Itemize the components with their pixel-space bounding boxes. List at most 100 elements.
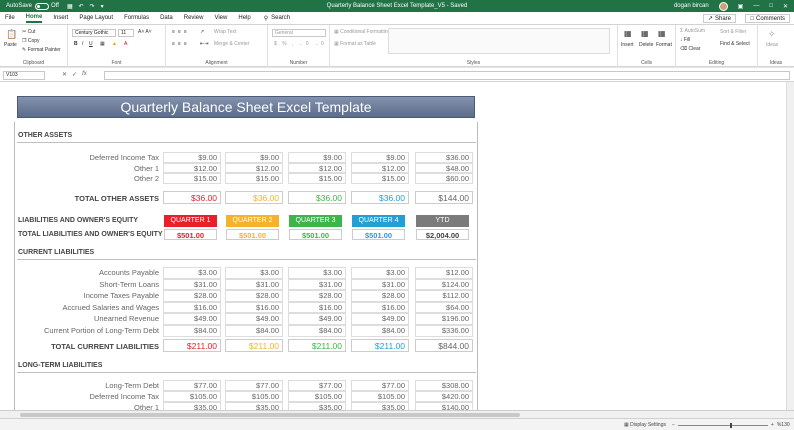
value-cell[interactable]: $77.00 [225, 380, 283, 392]
value-cell[interactable]: $12.00 [288, 162, 346, 173]
value-cell[interactable]: $16.00 [351, 301, 409, 314]
cancel-icon[interactable]: ✕ [62, 71, 67, 78]
value-cell[interactable]: $49.00 [225, 313, 283, 325]
value-cell[interactable]: $9.00 [288, 152, 346, 163]
underline-button[interactable]: U [89, 41, 93, 47]
value-cell[interactable]: $84.00 [288, 325, 346, 337]
worksheet[interactable]: Quarterly Balance Sheet Excel Template O… [0, 82, 794, 414]
quarter-total[interactable]: $2,004.00 [416, 229, 469, 240]
paste-button[interactable]: Paste [4, 42, 17, 48]
value-cell[interactable]: $105.00 [225, 391, 283, 403]
value-cell[interactable]: $16.00 [225, 301, 283, 314]
value-cell[interactable]: $31.00 [351, 278, 409, 291]
total-cell[interactable]: $211.00 [163, 339, 221, 352]
value-cell[interactable]: $84.00 [225, 325, 283, 337]
value-cell[interactable]: $36.00 [415, 152, 473, 163]
number-format-icons[interactable]: $ % , ←0 →0 [274, 41, 326, 47]
zoom-slider[interactable]: − + %130 [672, 422, 790, 428]
customize-qat-icon[interactable]: ▾ [101, 3, 104, 10]
value-cell[interactable]: $77.00 [351, 380, 409, 392]
close-icon[interactable]: ✕ [783, 3, 788, 10]
value-cell[interactable]: $16.00 [163, 301, 221, 314]
ideas-button[interactable]: Ideas [766, 42, 778, 48]
value-cell[interactable]: $105.00 [351, 391, 409, 403]
value-cell[interactable]: $12.00 [225, 162, 283, 173]
total-cell[interactable]: $844.00 [415, 339, 473, 352]
quarter-total[interactable]: $501.00 [226, 229, 279, 240]
value-cell[interactable]: $15.00 [163, 173, 221, 184]
value-cell[interactable]: $12.00 [415, 267, 473, 279]
insert-icon[interactable]: ▦ [624, 29, 632, 38]
orientation-icon[interactable]: ↗ [200, 29, 204, 35]
value-cell[interactable]: $3.00 [163, 267, 221, 279]
delete-button[interactable]: Delete [639, 42, 653, 48]
value-cell[interactable]: $105.00 [163, 391, 221, 403]
insert-button[interactable]: Insert [621, 42, 634, 48]
format-as-table-button[interactable]: ▦ Format as Table [334, 41, 376, 47]
copy-button[interactable]: ❐ Copy [22, 38, 40, 44]
format-painter-button[interactable]: ✎ Format Painter [22, 47, 61, 53]
tab-data[interactable]: Data [160, 15, 173, 21]
quarter-total[interactable]: $501.00 [289, 229, 342, 240]
value-cell[interactable]: $12.00 [163, 162, 221, 173]
vertical-scrollbar[interactable] [786, 82, 794, 410]
value-cell[interactable]: $15.00 [225, 173, 283, 184]
value-cell[interactable]: $9.00 [163, 152, 221, 163]
value-cell[interactable]: $77.00 [163, 380, 221, 392]
zoom-out-icon[interactable]: − [672, 422, 675, 428]
undo-icon[interactable]: ↶ [79, 3, 84, 10]
value-cell[interactable]: $336.00 [415, 325, 473, 337]
value-cell[interactable]: $28.00 [163, 290, 221, 302]
horizontal-scrollbar[interactable] [0, 410, 794, 418]
paste-icon[interactable]: 📋 [6, 29, 17, 40]
borders-icon[interactable]: ▦ [100, 41, 105, 47]
share-button[interactable]: ↗ Share [702, 14, 736, 23]
ribbon-options-icon[interactable]: ▣ [738, 3, 744, 10]
autosave-toggle[interactable] [35, 2, 50, 10]
tab-file[interactable]: File [5, 15, 15, 21]
value-cell[interactable]: $308.00 [415, 380, 473, 392]
value-cell[interactable]: $49.00 [163, 313, 221, 325]
quarter-total[interactable]: $501.00 [164, 229, 217, 240]
total-cell[interactable]: $36.00 [225, 191, 283, 204]
value-cell[interactable]: $16.00 [288, 301, 346, 314]
grow-font-icon[interactable]: A˄ A˅ [138, 29, 152, 35]
autosave[interactable]: AutoSave Off [6, 2, 59, 10]
tab-home[interactable]: Home [25, 14, 43, 23]
save-icon[interactable]: ▦ [67, 3, 73, 10]
fill-button[interactable]: ↓ Fill [680, 37, 690, 43]
value-cell[interactable]: $3.00 [351, 267, 409, 279]
value-cell[interactable]: $31.00 [163, 278, 221, 291]
value-cell[interactable]: $28.00 [288, 290, 346, 302]
find-select-button[interactable]: Find & Select [720, 41, 750, 47]
value-cell[interactable]: $48.00 [415, 162, 473, 173]
redo-icon[interactable]: ↷ [90, 3, 95, 10]
value-cell[interactable]: $12.00 [351, 162, 409, 173]
delete-icon[interactable]: ▦ [641, 29, 649, 38]
wrap-text-button[interactable]: Wrap Text [214, 29, 236, 35]
search-box[interactable]: ⚲ Search [264, 15, 290, 22]
formula-input[interactable] [104, 71, 790, 80]
font-color-icon[interactable]: A [124, 41, 127, 47]
value-cell[interactable]: $124.00 [415, 278, 473, 291]
tab-help[interactable]: Help [238, 15, 250, 21]
total-cell[interactable]: $36.00 [163, 191, 221, 204]
value-cell[interactable]: $15.00 [351, 173, 409, 184]
value-cell[interactable]: $3.00 [288, 267, 346, 279]
value-cell[interactable]: $3.00 [225, 267, 283, 279]
avatar[interactable] [718, 1, 728, 11]
format-button[interactable]: Format [656, 42, 672, 48]
number-format-select[interactable]: General [272, 29, 326, 37]
value-cell[interactable]: $64.00 [415, 301, 473, 314]
total-cell[interactable]: $36.00 [288, 191, 346, 204]
value-cell[interactable]: $420.00 [415, 391, 473, 403]
zoom-in-icon[interactable]: + [771, 422, 774, 428]
tab-insert[interactable]: Insert [53, 15, 68, 21]
value-cell[interactable]: $15.00 [288, 173, 346, 184]
tab-view[interactable]: View [214, 15, 227, 21]
value-cell[interactable]: $60.00 [415, 173, 473, 184]
value-cell[interactable]: $49.00 [288, 313, 346, 325]
value-cell[interactable]: $9.00 [351, 152, 409, 163]
fill-color-icon[interactable]: ▲ [112, 41, 117, 47]
enter-icon[interactable]: ✓ [72, 71, 77, 78]
